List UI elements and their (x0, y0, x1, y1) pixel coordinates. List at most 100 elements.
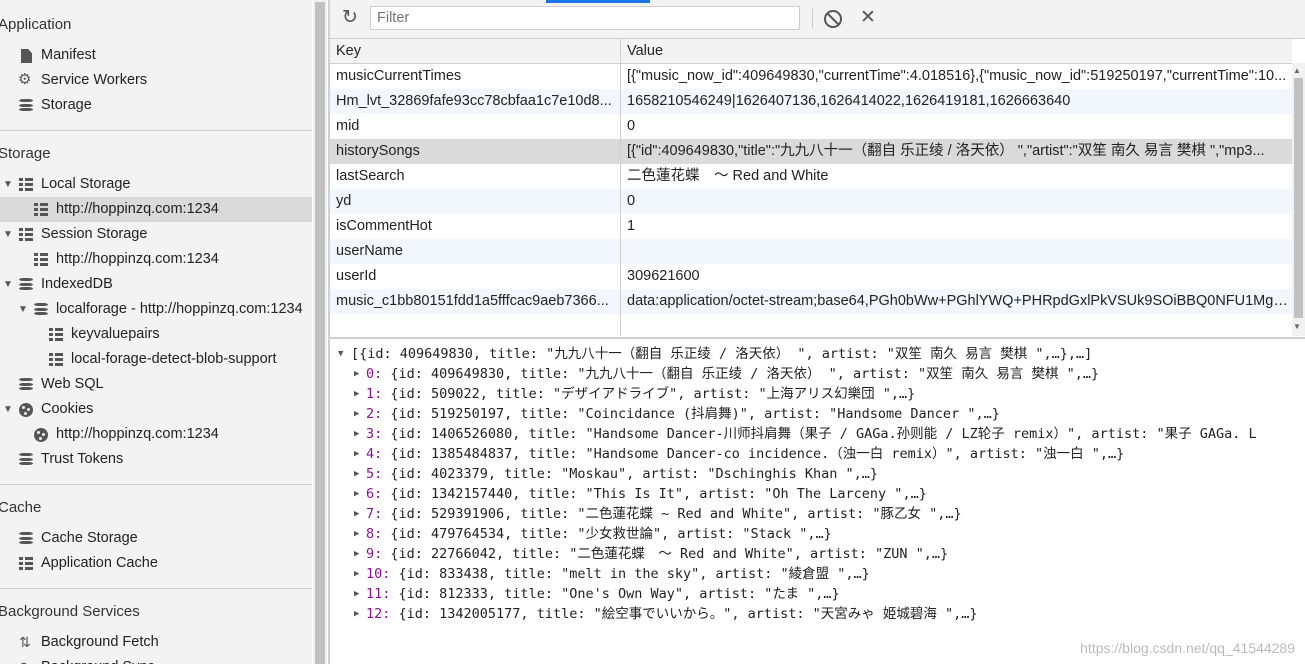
preview-item[interactable]: 7: {id: 529391906, title: "二色蓮花蝶 ~ Red a… (366, 504, 962, 524)
sidebar-item-trust-tokens[interactable]: Trust Tokens (0, 447, 312, 472)
sidebar-item-detect-blob-support[interactable]: local-forage-detect-blob-support (0, 347, 312, 372)
sidebar-item-manifest[interactable]: Manifest (0, 43, 312, 68)
preview-text: {id: 1342157440, title: "This Is It", ar… (382, 486, 927, 502)
preview-item[interactable]: 5: {id: 4023379, title: "Moskau", artist… (366, 464, 878, 484)
preview-item[interactable]: 10: {id: 833438, title: "melt in the sky… (366, 564, 870, 584)
preview-text: {id: 409649830, title: "九九八十一（翻自 乐正绫 / 洛… (382, 366, 1100, 382)
table-row-selected[interactable]: historySongs [{"id":409649830,"title":"九… (330, 139, 1292, 164)
sidebar-item-indexeddb[interactable]: ▼ IndexedDB (0, 272, 312, 297)
sidebar-item-storage[interactable]: Storage (0, 93, 312, 118)
sidebar-item-background-sync[interactable]: ⟳ Background Sync (0, 655, 312, 664)
sidebar-item-local-storage[interactable]: ▼ Local Storage (0, 172, 312, 197)
expand-triangle-icon[interactable]: ▶ (354, 404, 359, 424)
sidebar-item-label: Local Storage (41, 176, 131, 192)
expand-triangle-icon[interactable]: ▶ (354, 364, 359, 384)
watermark: https://blog.csdn.net/qq_41544289 (1080, 640, 1295, 656)
expand-triangle-icon[interactable]: ▶ (354, 464, 359, 484)
expand-triangle-icon[interactable]: ▶ (354, 604, 359, 624)
sidebar-scrollbar-thumb[interactable] (315, 2, 325, 664)
column-header-key[interactable]: Key (336, 39, 361, 63)
preview-text: {id: 1342005177, title: "絵空事でいいから。", art… (390, 606, 978, 622)
preview-text: {id: 509022, title: "デザイアドライブ", artist: … (382, 386, 916, 402)
expand-triangle-icon[interactable]: ▶ (354, 444, 359, 464)
table-row[interactable]: musicCurrentTimes [{"music_now_id":40964… (330, 64, 1292, 89)
sidebar-item-cookies-origin[interactable]: http://hoppinzq.com:1234 (0, 422, 312, 447)
value-preview: ▼ [{id: 409649830, title: "九九八十一（翻自 乐正绫 … (330, 339, 1305, 664)
collapse-triangle-icon[interactable]: ▼ (338, 344, 343, 364)
cell-key: userId (336, 268, 377, 284)
expand-triangle-icon[interactable]: ▼ (3, 222, 13, 247)
table-row[interactable]: userId 309621600 (330, 264, 1292, 289)
preview-item[interactable]: 4: {id: 1385484837, title: "Handsome Dan… (366, 444, 1124, 464)
table-row[interactable]: lastSearch 二色蓮花蝶 ～ Red and White (330, 164, 1292, 189)
preview-item[interactable]: 0: {id: 409649830, title: "九九八十一（翻自 乐正绫 … (366, 364, 1099, 384)
expand-triangle-icon[interactable]: ▶ (354, 384, 359, 404)
sidebar-item-label: Service Workers (41, 72, 148, 88)
preview-item[interactable]: 2: {id: 519250197, title: "Coincidance (… (366, 404, 1000, 424)
table-row[interactable]: music_c1bb80151fdd1a5fffcac9aeb7366... d… (330, 289, 1292, 314)
sidebar-item-local-storage-origin[interactable]: http://hoppinzq.com:1234 (0, 197, 312, 222)
table-row[interactable]: isCommentHot 1 (330, 214, 1292, 239)
table-row[interactable]: Hm_lvt_32869fafe93cc78cbfaa1c7e10d8... 1… (330, 89, 1292, 114)
section-background-services: Background Services (0, 603, 140, 620)
table-row[interactable]: userName (330, 239, 1292, 264)
clear-all-icon[interactable] (824, 10, 842, 28)
toolbar: ↻ ✕ (330, 0, 1305, 39)
sidebar-item-label: Trust Tokens (41, 451, 124, 467)
preview-index: 0: (366, 366, 383, 382)
preview-text: {id: 529391906, title: "二色蓮花蝶 ~ Red and … (382, 506, 962, 522)
sidebar-item-cookies[interactable]: ▼ Cookies (0, 397, 312, 422)
sidebar-item-localforage[interactable]: ▼ localforage - http://hoppinzq.com:1234 (0, 297, 312, 322)
section-application: Application (0, 16, 72, 33)
scroll-up-icon[interactable]: ▲ (1293, 66, 1301, 75)
expand-triangle-icon[interactable]: ▶ (354, 504, 359, 524)
expand-triangle-icon[interactable]: ▼ (3, 397, 13, 422)
storage-viewer: ↻ ✕ Key Value musicCurrentTimes [{"music… (330, 0, 1305, 664)
divider (0, 484, 312, 485)
expand-triangle-icon[interactable]: ▼ (3, 172, 13, 197)
scroll-down-icon[interactable]: ▼ (1293, 322, 1301, 331)
column-header-value[interactable]: Value (627, 39, 663, 63)
sidebar-item-session-storage-origin[interactable]: http://hoppinzq.com:1234 (0, 247, 312, 272)
sidebar-item-session-storage[interactable]: ▼ Session Storage (0, 222, 312, 247)
sidebar-item-background-fetch[interactable]: ⇅ Background Fetch (0, 630, 312, 655)
expand-triangle-icon[interactable]: ▶ (354, 524, 359, 544)
column-divider[interactable] (620, 39, 621, 336)
cell-value: 309621600 (627, 268, 700, 284)
refresh-icon[interactable]: ↻ (340, 8, 360, 28)
expand-triangle-icon[interactable]: ▶ (354, 584, 359, 604)
delete-selected-icon[interactable]: ✕ (860, 8, 876, 28)
preview-item[interactable]: 3: {id: 1406526080, title: "Handsome Dan… (366, 424, 1257, 444)
expand-triangle-icon[interactable]: ▼ (3, 272, 13, 297)
sidebar-item-service-workers[interactable]: ⚙ Service Workers (0, 68, 312, 93)
sidebar-item-application-cache[interactable]: Application Cache (0, 551, 312, 576)
database-icon (19, 532, 33, 546)
sidebar-item-keyvaluepairs[interactable]: keyvaluepairs (0, 322, 312, 347)
section-cache: Cache (0, 499, 42, 516)
table-scrollbar-thumb[interactable] (1294, 78, 1303, 318)
expand-triangle-icon[interactable]: ▶ (354, 424, 359, 444)
table-row[interactable]: yd 0 (330, 189, 1292, 214)
table-icon (34, 253, 48, 267)
table-row[interactable]: mid 0 (330, 114, 1292, 139)
expand-triangle-icon[interactable]: ▶ (354, 484, 359, 504)
sidebar-item-label: Application Cache (41, 555, 158, 571)
preview-item[interactable]: 12: {id: 1342005177, title: "絵空事でいいから。",… (366, 604, 978, 624)
preview-item[interactable]: 6: {id: 1342157440, title: "This Is It",… (366, 484, 927, 504)
preview-item[interactable]: 11: {id: 812333, title: "One's Own Way",… (366, 584, 840, 604)
cell-key: Hm_lvt_32869fafe93cc78cbfaa1c7e10d8... (336, 93, 612, 109)
filter-input[interactable] (370, 6, 800, 30)
preview-item[interactable]: 9: {id: 22766042, title: "二色蓮花蝶 ～ Red an… (366, 544, 948, 564)
expand-triangle-icon[interactable]: ▼ (18, 297, 28, 322)
preview-index: 4: (366, 446, 383, 462)
sidebar-item-cache-storage[interactable]: Cache Storage (0, 526, 312, 551)
expand-triangle-icon[interactable]: ▶ (354, 564, 359, 584)
preview-item[interactable]: 8: {id: 479764534, title: "少女救世論", artis… (366, 524, 832, 544)
preview-text: {id: 22766042, title: "二色蓮花蝶 ～ Red and W… (382, 546, 949, 562)
preview-item[interactable]: 1: {id: 509022, title: "デザイアドライブ", artis… (366, 384, 915, 404)
sidebar-item-websql[interactable]: Web SQL (0, 372, 312, 397)
sidebar-item-label: http://hoppinzq.com:1234 (56, 201, 219, 217)
expand-triangle-icon[interactable]: ▶ (354, 544, 359, 564)
table-header: Key Value (330, 39, 1292, 64)
preview-index: 6: (366, 486, 383, 502)
